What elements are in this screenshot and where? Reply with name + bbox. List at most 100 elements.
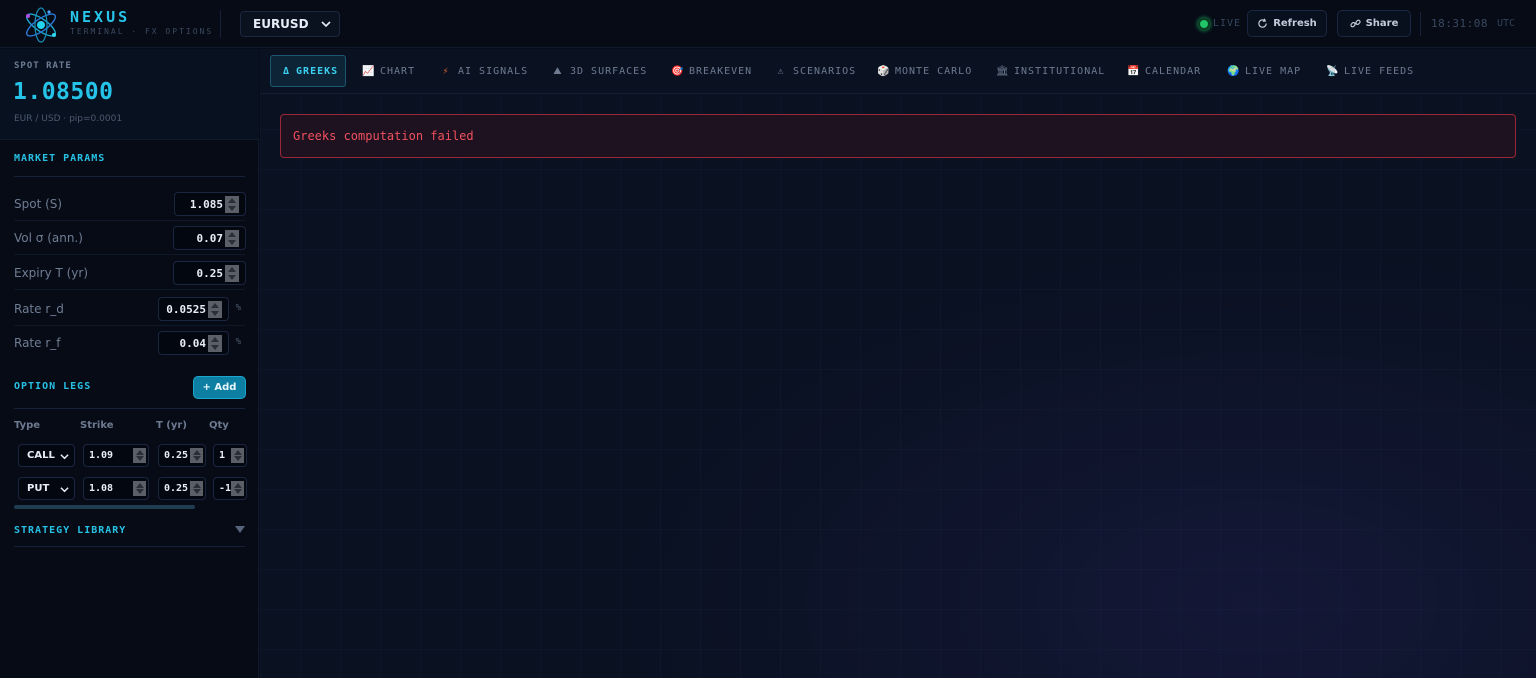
param-label: Vol σ (ann.)	[14, 231, 83, 245]
leg-qty-input[interactable]: 1	[213, 444, 247, 467]
param-row-rate-d: Rate r_d 0.0525 %	[14, 292, 245, 326]
add-leg-button[interactable]: + Add	[193, 376, 246, 399]
live-label: LIVE	[1213, 18, 1242, 29]
param-label: Rate r_f	[14, 336, 61, 350]
timezone-label: UTC	[1497, 18, 1516, 29]
tab-label: MONTE CARLO	[895, 65, 973, 77]
chart-icon: 📈	[362, 65, 376, 77]
leg-strike-input[interactable]: 1.08	[83, 477, 149, 500]
tab-3d-surfaces[interactable]: ⛰ 3D SURFACES	[540, 55, 655, 87]
tab-institutional[interactable]: 🏛 INSTITUTIONAL	[984, 55, 1113, 87]
brand-name: NEXUS	[70, 8, 131, 26]
chevron-down-icon	[60, 487, 69, 493]
spot-rate-value: 1.08500	[13, 79, 114, 105]
tab-ai-signals[interactable]: ⚡ AI SIGNALS	[428, 55, 536, 87]
error-alert: Greeks computation failed	[280, 114, 1516, 158]
brand: NEXUS TERMINAL · FX OPTIONS	[70, 9, 213, 37]
leg-strike-value: 1.08	[89, 483, 114, 494]
spinner-arrows-icon[interactable]	[231, 448, 244, 463]
leg-type-value: PUT	[27, 483, 50, 494]
tab-greeks[interactable]: Δ GREEKS	[270, 55, 346, 87]
spinner-arrows-icon[interactable]	[208, 301, 222, 318]
spinner-arrows-icon[interactable]	[133, 481, 146, 496]
tab-monte-carlo[interactable]: 🎲 MONTE CARLO	[865, 55, 980, 87]
tab-calendar[interactable]: 📅 CALENDAR	[1115, 55, 1209, 87]
tab-label: 3D SURFACES	[570, 65, 648, 77]
target-icon: 🎯	[671, 65, 685, 77]
tab-breakeven[interactable]: 🎯 BREAKEVEN	[659, 55, 760, 87]
rate-f-input-value: 0.04	[179, 336, 207, 350]
tab-label: AI SIGNALS	[458, 65, 529, 77]
section-divider	[14, 176, 245, 177]
spinner-arrows-icon[interactable]	[225, 196, 239, 213]
share-button[interactable]: Share	[1337, 10, 1411, 37]
leg-strike-value: 1.09	[89, 450, 114, 461]
volatility-input-value: 0.07	[196, 231, 224, 245]
delta-icon: Δ	[283, 65, 291, 77]
bank-icon: 🏛	[996, 65, 1010, 77]
spinner-arrows-icon[interactable]	[208, 335, 222, 352]
currency-pair-select[interactable]: EURUSD	[240, 11, 340, 37]
spot-input[interactable]: 1.085	[174, 192, 246, 216]
tab-label: BREAKEVEN	[689, 65, 753, 77]
main-panel: Δ GREEKS 📈 CHART ⚡ AI SIGNALS ⛰ 3D SURFA…	[260, 49, 1536, 678]
param-row-spot: Spot (S) 1.085	[14, 187, 246, 221]
spinner-arrows-icon[interactable]	[231, 481, 244, 496]
live-indicator-dot	[1198, 18, 1210, 30]
tab-label: INSTITUTIONAL	[1014, 65, 1106, 77]
mountain-icon: ⛰	[553, 65, 563, 77]
leg-strike-input[interactable]: 1.09	[83, 444, 149, 467]
dice-icon: 🎲	[877, 65, 891, 77]
tab-chart[interactable]: 📈 CHART	[350, 55, 423, 87]
param-label: Rate r_d	[14, 302, 64, 316]
leg-t-value: 0.25	[164, 483, 189, 494]
percent-unit: %	[235, 337, 241, 347]
tab-label: LIVE MAP	[1245, 65, 1302, 77]
caret-down-icon[interactable]	[235, 526, 245, 533]
legs-horizontal-scrollbar[interactable]	[14, 505, 195, 509]
rate-f-input[interactable]: 0.04	[158, 331, 229, 355]
section-divider	[14, 546, 245, 547]
atom-logo-icon	[25, 7, 57, 43]
volatility-input[interactable]: 0.07	[173, 226, 246, 250]
lightning-icon: ⚡	[442, 65, 450, 77]
top-header: NEXUS TERMINAL · FX OPTIONS EURUSD LIVE …	[0, 0, 1536, 48]
tab-live-feeds[interactable]: 📡 LIVE FEEDS	[1314, 55, 1422, 87]
tab-scenarios[interactable]: ⚠ SCENARIOS	[763, 55, 864, 87]
rate-d-input[interactable]: 0.0525	[158, 297, 229, 321]
param-row-rate-f: Rate r_f 0.04 %	[14, 326, 245, 360]
leg-t-input[interactable]: 0.25	[158, 444, 206, 467]
leg-qty-value: 1	[219, 450, 226, 461]
param-label: Spot (S)	[14, 197, 63, 211]
calendar-icon: 📅	[1127, 65, 1141, 77]
refresh-icon	[1258, 18, 1267, 28]
refresh-button[interactable]: Refresh	[1247, 10, 1327, 37]
chevron-down-icon	[321, 21, 331, 28]
spinner-arrows-icon[interactable]	[225, 265, 239, 282]
leg-t-input[interactable]: 0.25	[158, 477, 206, 500]
rate-d-input-value: 0.0525	[166, 302, 206, 316]
error-message: Greeks computation failed	[293, 129, 474, 143]
spinner-arrows-icon[interactable]	[225, 230, 239, 247]
section-divider	[14, 408, 245, 409]
param-row-expiry: Expiry T (yr) 0.25	[14, 256, 246, 290]
leg-type-select[interactable]: PUT	[18, 477, 75, 500]
sidebar: SPOT RATE 1.08500 EUR / USD · pip=0.0001…	[0, 49, 259, 678]
spinner-arrows-icon[interactable]	[190, 448, 203, 463]
spot-rate-panel: SPOT RATE 1.08500 EUR / USD · pip=0.0001	[0, 49, 259, 140]
spot-input-value: 1.085	[189, 197, 223, 211]
header-divider	[1420, 12, 1421, 36]
strategy-library-toggle[interactable]: STRATEGY LIBRARY	[14, 525, 126, 536]
leg-qty-input[interactable]: -1	[213, 477, 247, 500]
expiry-input[interactable]: 0.25	[173, 261, 246, 285]
spinner-arrows-icon[interactable]	[190, 481, 203, 496]
leg-type-select[interactable]: CALL	[18, 444, 75, 467]
globe-icon: 🌍	[1227, 65, 1241, 77]
refresh-label: Refresh	[1273, 18, 1317, 29]
spinner-arrows-icon[interactable]	[133, 448, 146, 463]
option-legs-title: OPTION LEGS	[14, 381, 92, 392]
param-row-vol: Vol σ (ann.) 0.07	[14, 221, 246, 255]
legs-column-strike: Strike	[80, 420, 114, 431]
percent-unit: %	[235, 303, 241, 313]
tab-live-map[interactable]: 🌍 LIVE MAP	[1215, 55, 1309, 87]
